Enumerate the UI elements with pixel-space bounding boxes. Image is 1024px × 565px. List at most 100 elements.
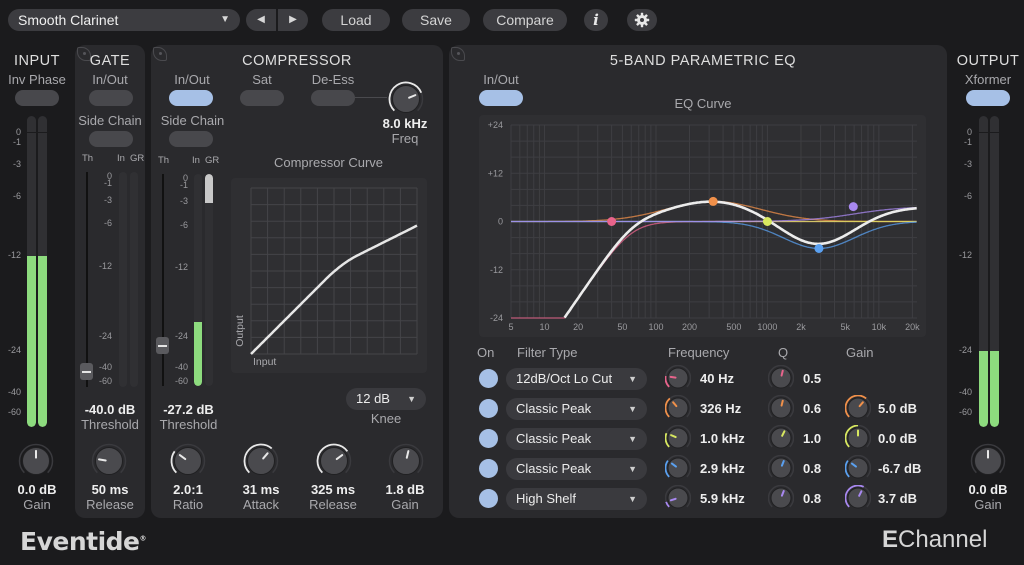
knob-graphic (665, 485, 691, 509)
band-q-knob[interactable] (768, 425, 794, 451)
output-meter-left-level (979, 351, 988, 427)
band-q-value: 0.5 (803, 371, 822, 386)
gate-threshold-label: Threshold (81, 417, 139, 432)
knob-graphic (388, 443, 424, 475)
meter-scale-tick: -24 (98, 330, 112, 341)
chevron-down-icon: ▼ (628, 464, 637, 474)
band-on-toggle[interactable] (479, 429, 498, 448)
meter-scale-tick: -1 (103, 178, 112, 189)
eq-y-tick-label: -12 (490, 265, 503, 275)
eq-band-node-5[interactable] (848, 202, 858, 212)
meter-scale-tick: -3 (963, 159, 972, 170)
attack-label: Attack (242, 497, 280, 512)
meter-scale-tick: -12 (174, 262, 188, 273)
knee-dropdown[interactable]: 12 dB ▼ (346, 388, 426, 410)
meter-scale-tick: -40 (174, 361, 188, 372)
comp-gr-label: GR (205, 155, 220, 166)
output-meter-right-level (990, 351, 999, 427)
band-gain-knob[interactable] (845, 395, 871, 421)
input-gain-knob[interactable] (18, 443, 54, 479)
ratio-knob[interactable] (170, 443, 206, 479)
knob-graphic (845, 425, 871, 449)
xformer-label: Xformer (964, 72, 1012, 87)
previous-preset-button[interactable]: ◀ (246, 9, 276, 31)
band-frequency-knob[interactable] (665, 395, 691, 421)
inv-phase-toggle[interactable] (15, 90, 59, 106)
meter-scale-tick: -40 (98, 361, 112, 372)
eq-curve-title: EQ Curve (674, 96, 732, 111)
eq-x-tick-label: 500 (726, 322, 741, 332)
comp-in-meter-level (194, 322, 202, 386)
comp-gain-knob[interactable] (388, 443, 424, 479)
meter-scale-tick: -24 (958, 345, 972, 356)
filter-type-dropdown[interactable]: 12dB/Oct Lo Cut ▼ (506, 368, 647, 390)
comp-sidechain-toggle[interactable] (169, 131, 213, 147)
band-on-toggle[interactable] (479, 369, 498, 388)
gate-release-knob[interactable] (91, 443, 127, 479)
band-gain-knob[interactable] (845, 455, 871, 481)
meter-scale-tick: -6 (103, 218, 112, 229)
eq-band-node-1[interactable] (607, 217, 617, 226)
gate-inout-toggle[interactable] (89, 90, 133, 106)
meter-scale-tick: -6 (963, 191, 972, 202)
band-q-knob[interactable] (768, 485, 794, 511)
comp-deess-label: De-Ess (311, 72, 355, 87)
eq-y-tick-label: +24 (488, 120, 503, 130)
output-gain-knob[interactable] (970, 443, 1006, 479)
deess-freq-knob[interactable] (388, 81, 424, 117)
comp-sat-label: Sat (252, 72, 272, 87)
compressor-curve-chart (250, 187, 418, 355)
comp-release-knob[interactable] (316, 443, 352, 479)
band-gain-knob[interactable] (845, 485, 871, 511)
band-frequency-knob[interactable] (665, 365, 691, 391)
gate-sidechain-toggle[interactable] (89, 131, 133, 147)
eq-band-node-2[interactable] (708, 196, 718, 206)
comp-deess-toggle[interactable] (311, 90, 355, 106)
band-q-knob[interactable] (768, 365, 794, 391)
compare-button[interactable]: Compare (483, 9, 567, 31)
gate-threshold-value: -40.0 dB (84, 402, 136, 417)
comp-inout-toggle[interactable] (169, 90, 213, 106)
knob-graphic (768, 425, 794, 449)
eq-x-tick-label: 10 (540, 322, 550, 332)
eq-band-node-3[interactable] (762, 217, 772, 226)
band-frequency-value: 1.0 kHz (700, 431, 745, 446)
filter-type-dropdown[interactable]: Classic Peak ▼ (506, 458, 647, 480)
settings-button[interactable] (627, 9, 657, 31)
filter-type-dropdown[interactable]: Classic Peak ▼ (506, 428, 647, 450)
chevron-down-icon: ▼ (407, 394, 416, 404)
xformer-toggle[interactable] (966, 90, 1010, 106)
band-on-toggle[interactable] (479, 489, 498, 508)
comp-sat-toggle[interactable] (240, 90, 284, 106)
eq-curve-panel: +24 +12 0 -12 -24 5 10 20 50 100 200 500 1000 2k 5k 10k… (479, 115, 926, 337)
band-q-knob[interactable] (768, 395, 794, 421)
input-title: INPUT (14, 53, 60, 69)
filter-type-dropdown[interactable]: High Shelf ▼ (506, 488, 647, 510)
chevron-down-icon: ▼ (628, 374, 637, 384)
band-on-toggle[interactable] (479, 459, 498, 478)
chevron-down-icon: ▼ (628, 494, 637, 504)
band-frequency-knob[interactable] (665, 455, 691, 481)
knob-graphic (170, 443, 206, 475)
band-frequency-knob[interactable] (665, 425, 691, 451)
filter-type-dropdown[interactable]: Classic Peak ▼ (506, 398, 647, 420)
eq-band-node-4[interactable] (814, 243, 824, 253)
band-frequency-knob[interactable] (665, 485, 691, 511)
attack-knob[interactable] (243, 443, 279, 479)
eq-band-response-4 (511, 220, 917, 250)
knob-graphic (768, 395, 794, 419)
eq-x-tick-label: 10k (872, 322, 887, 332)
knob-graphic (665, 425, 691, 449)
band-q-knob[interactable] (768, 455, 794, 481)
info-button[interactable]: i (584, 9, 608, 31)
band-on-toggle[interactable] (479, 399, 498, 418)
output-gain-value: 0.0 dB (968, 482, 1008, 497)
band-gain-knob[interactable] (845, 425, 871, 451)
preset-selector[interactable]: Smooth Clarinet ▼ (8, 9, 240, 31)
meter-scale-tick: -3 (12, 159, 21, 170)
save-button[interactable]: Save (402, 9, 470, 31)
meter-scale-tick: -1 (963, 136, 972, 147)
next-preset-button[interactable]: ▶ (278, 9, 308, 31)
meter-scale-tick: -60 (958, 407, 972, 417)
load-button[interactable]: Load (322, 9, 390, 31)
